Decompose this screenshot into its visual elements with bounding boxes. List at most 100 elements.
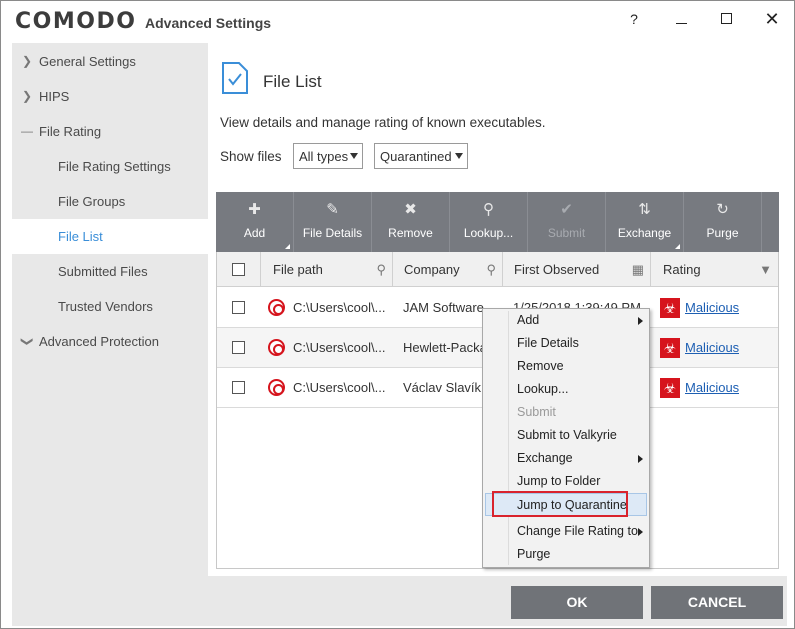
submenu-arrow-icon (638, 455, 643, 463)
file-details-button[interactable]: ✎ File Details (294, 192, 372, 252)
sidebar-item-label: File List (58, 229, 103, 244)
row-checkbox[interactable] (232, 381, 245, 394)
close-icon: ✕ (764, 9, 780, 29)
file-icon (268, 379, 285, 396)
menu-item-add[interactable]: Add (485, 309, 647, 332)
file-type-select[interactable]: All types (293, 143, 363, 169)
dialog-footer: OK CANCEL (12, 576, 787, 626)
sidebar-item-label: General Settings (39, 54, 136, 69)
filter-icon[interactable]: ▼ (759, 252, 772, 287)
lookup-button[interactable]: ⚲ Lookup... (450, 192, 528, 252)
menu-item-jump-to-folder[interactable]: Jump to Folder (485, 470, 647, 493)
menu-item-label: Change File Rating to (517, 524, 638, 538)
menu-item-lookup[interactable]: Lookup... (485, 378, 647, 401)
close-button[interactable]: ✕ (757, 7, 787, 31)
menu-item-label: Exchange (517, 451, 573, 465)
page-description: View details and manage rating of known … (220, 115, 546, 130)
sidebar-item-hips[interactable]: ❯ HIPS (12, 79, 208, 114)
minimize-icon (675, 23, 687, 24)
sidebar-item-label: File Rating Settings (58, 159, 171, 174)
column-first-observed[interactable]: First Observed ▦ (503, 252, 651, 287)
search-icon: ⚲ (483, 201, 494, 218)
x-icon: ✖ (404, 201, 417, 218)
sidebar-item-file-groups[interactable]: File Groups (12, 184, 208, 219)
select-all-checkbox[interactable] (232, 263, 245, 276)
help-button[interactable]: ? (619, 7, 649, 31)
column-label: File path (273, 262, 323, 277)
show-files-label: Show files (220, 149, 282, 164)
calendar-icon[interactable]: ▦ (632, 252, 644, 287)
file-details-label: File Details (302, 226, 363, 240)
lookup-label: Lookup... (463, 226, 514, 240)
submit-label: Submit (547, 226, 586, 240)
maximize-icon (720, 13, 732, 24)
exchange-icon: ⇅ (638, 201, 651, 218)
submit-button[interactable]: ✔ Submit (528, 192, 606, 252)
menu-item-file-details[interactable]: File Details (485, 332, 647, 355)
sidebar-item-advanced-protection[interactable]: ❯ Advanced Protection (12, 324, 208, 359)
column-label: First Observed (514, 262, 600, 277)
purge-button[interactable]: ↻ Purge (684, 192, 762, 252)
menu-item-label: Lookup... (517, 382, 569, 396)
sidebar-item-label: Advanced Protection (39, 334, 159, 349)
menu-item-submit[interactable]: Submit (485, 401, 647, 424)
sidebar-item-file-list[interactable]: File List (12, 219, 208, 254)
menu-item-label: Submit (517, 405, 556, 419)
file-type-value: All types (299, 149, 349, 164)
menu-item-submit-to-valkyrie[interactable]: Submit to Valkyrie (485, 424, 647, 447)
biohazard-icon: ☣ (660, 338, 680, 358)
sidebar-item-trusted-vendors[interactable]: Trusted Vendors (12, 289, 208, 324)
menu-item-label: Remove (517, 359, 564, 373)
sidebar-item-submitted-files[interactable]: Submitted Files (12, 254, 208, 289)
add-button[interactable]: ✚ Add (216, 192, 294, 252)
sidebar-item-general-settings[interactable]: ❯ General Settings (12, 44, 208, 79)
submenu-arrow-icon (638, 317, 643, 325)
menu-item-change-file-rating[interactable]: Change File Rating to (485, 520, 647, 543)
remove-label: Remove (388, 226, 433, 240)
search-icon[interactable]: ⚲ (376, 252, 386, 287)
rating-link[interactable]: Malicious (685, 368, 739, 407)
page-title: File List (263, 72, 322, 91)
rating-link[interactable]: Malicious (685, 328, 739, 367)
chevron-right-icon: ❯ (21, 54, 33, 68)
highlight-box (492, 491, 628, 517)
file-icon (268, 339, 285, 356)
sidebar-item-file-rating[interactable]: — File Rating (12, 114, 208, 149)
exchange-button[interactable]: ⇅ Exchange (606, 192, 684, 252)
dropdown-arrow-icon (350, 153, 358, 159)
advanced-settings-window: COMODO Advanced Settings ? ✕ ❯ General S… (0, 0, 795, 629)
check-icon: ✔ (560, 201, 573, 218)
sidebar: ❯ General Settings ❯ HIPS — File Rating … (12, 43, 208, 576)
menu-item-label: Jump to Folder (517, 474, 601, 488)
row-checkbox[interactable] (232, 301, 245, 314)
file-path-cell: C:\Users\cool\... (293, 300, 386, 315)
column-company[interactable]: Company ⚲ (393, 252, 503, 287)
row-checkbox[interactable] (232, 341, 245, 354)
menu-item-label: Submit to Valkyrie (517, 428, 617, 442)
column-file-path[interactable]: File path ⚲ (261, 252, 393, 287)
title-bar: COMODO Advanced Settings ? ✕ (1, 1, 794, 39)
column-rating[interactable]: Rating ▼ (651, 252, 778, 287)
cancel-button[interactable]: CANCEL (651, 586, 783, 619)
maximize-button[interactable] (711, 7, 741, 31)
minimize-button[interactable] (666, 7, 696, 31)
file-location-select[interactable]: Quarantined (374, 143, 468, 169)
purge-label: Purge (706, 226, 739, 240)
sidebar-item-label: HIPS (39, 89, 70, 104)
column-label: Company (404, 262, 460, 277)
rating-link[interactable]: Malicious (685, 288, 739, 327)
table-header: File path ⚲ Company ⚲ First Observed ▦ R… (217, 252, 778, 287)
biohazard-icon: ☣ (660, 378, 680, 398)
sidebar-item-file-rating-settings[interactable]: File Rating Settings (12, 149, 208, 184)
submenu-arrow-icon (638, 528, 643, 536)
ok-button[interactable]: OK (511, 586, 643, 619)
menu-item-purge[interactable]: Purge (485, 543, 647, 566)
sidebar-item-label: File Rating (39, 124, 102, 139)
menu-item-remove[interactable]: Remove (485, 355, 647, 378)
menu-item-exchange[interactable]: Exchange (485, 447, 647, 470)
menu-item-label: File Details (517, 336, 579, 350)
file-location-value: Quarantined (380, 149, 452, 164)
sidebar-item-label: Submitted Files (58, 264, 148, 279)
search-icon[interactable]: ⚲ (486, 252, 496, 287)
remove-button[interactable]: ✖ Remove (372, 192, 450, 252)
